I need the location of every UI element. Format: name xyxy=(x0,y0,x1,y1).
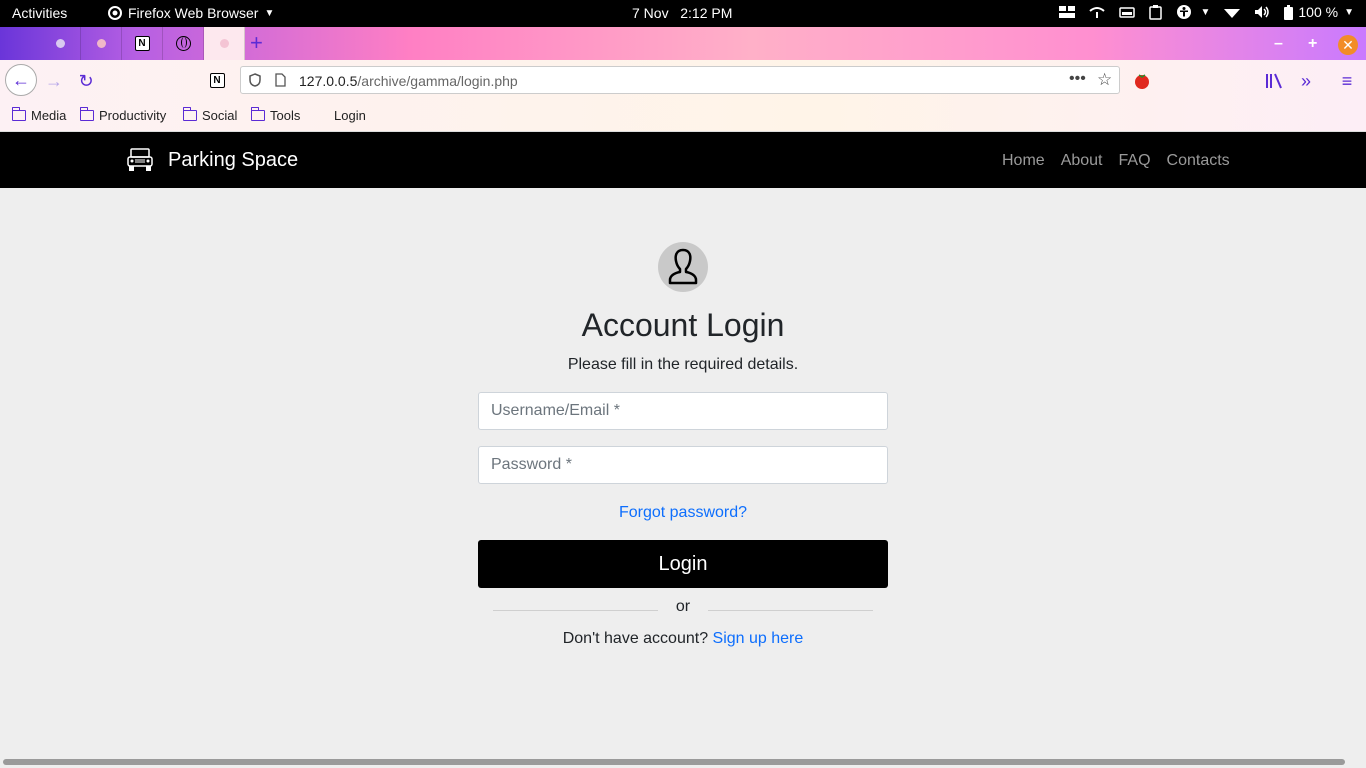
site-navbar: Parking Space Home About FAQ Contacts xyxy=(0,132,1366,188)
tab-login[interactable] xyxy=(204,27,245,60)
battery-percent: 100 % xyxy=(1298,4,1339,20)
divider-line xyxy=(493,610,658,611)
chevron-down-icon: ▼ xyxy=(264,7,275,19)
forgot-password-link[interactable]: Forgot password? xyxy=(619,504,747,522)
folder-icon xyxy=(11,107,26,121)
new-tab-icon[interactable]: + xyxy=(250,30,263,56)
battery-icon xyxy=(1284,4,1294,20)
globe-icon xyxy=(175,36,191,51)
bookmark-label: Productivity xyxy=(99,108,167,123)
bookmarks-toolbar: Media Productivity Social Tools Login xyxy=(0,101,1366,132)
battery-status[interactable]: 100 % ▼ xyxy=(1284,4,1354,20)
bookmark-folder-productivity[interactable]: Productivity xyxy=(79,107,167,123)
notion-icon[interactable]: N xyxy=(203,66,231,94)
overflow-menu-icon[interactable]: » xyxy=(1292,67,1320,95)
clipboard-icon[interactable] xyxy=(1149,4,1163,20)
site-brand[interactable]: Parking Space xyxy=(126,147,298,173)
folder-icon xyxy=(79,107,94,121)
tab-strip: N + – + xyxy=(0,27,1366,60)
login-button[interactable]: Login xyxy=(478,540,888,588)
login-title: Account Login xyxy=(581,307,785,343)
clock-date: 7 Nov xyxy=(632,5,669,21)
bookmark-label: Login xyxy=(334,108,366,123)
tab-favicon-icon xyxy=(96,39,106,48)
url-path: /archive/gamma/login.php xyxy=(357,73,518,89)
network-share-icon[interactable] xyxy=(1089,6,1106,18)
horizontal-scrollbar[interactable] xyxy=(3,759,1345,765)
chevron-down-icon: ▼ xyxy=(1344,6,1354,18)
system-tray[interactable]: ▼ 100 % ▼ xyxy=(1059,4,1354,20)
nav-about[interactable]: About xyxy=(1061,152,1103,170)
bookmark-folder-tools[interactable]: Tools xyxy=(250,107,301,123)
shield-icon[interactable] xyxy=(249,73,261,90)
tab-favicon-icon xyxy=(55,39,65,48)
chevron-down-icon: ▼ xyxy=(1200,6,1211,18)
brand-name: Parking Space xyxy=(168,148,299,171)
divider-line xyxy=(708,610,873,611)
or-label: or xyxy=(675,598,691,615)
system-top-bar: Activities Firefox Web Browser ▼ 7 Nov 2… xyxy=(0,0,1366,27)
clock-time: 2:12 PM xyxy=(680,5,733,21)
minimize-icon[interactable]: – xyxy=(1274,35,1283,53)
reload-icon[interactable]: ↻ xyxy=(72,67,100,95)
no-account-text: Don't have account? xyxy=(562,630,709,647)
window-switcher-icon[interactable] xyxy=(1059,6,1076,18)
url-text: 127.0.0.5/archive/gamma/login.php xyxy=(299,73,518,89)
username-input[interactable] xyxy=(478,392,888,430)
tomato-extension-icon[interactable] xyxy=(1128,67,1156,95)
nav-faq[interactable]: FAQ xyxy=(1119,152,1151,170)
accessibility-icon[interactable]: ▼ xyxy=(1176,4,1210,20)
wifi-icon[interactable] xyxy=(1224,6,1241,18)
tab-notion[interactable]: N xyxy=(122,27,163,60)
close-window-icon[interactable]: ✕ xyxy=(1338,35,1358,55)
bookmark-folder-media[interactable]: Media xyxy=(11,107,67,123)
library-icon[interactable] xyxy=(1260,67,1288,95)
firefox-icon xyxy=(108,6,122,20)
bookmark-label: Tools xyxy=(270,108,301,123)
nav-home[interactable]: Home xyxy=(1002,152,1045,170)
page-actions-icon[interactable]: ••• xyxy=(1069,70,1086,88)
tab-productivity[interactable] xyxy=(81,27,122,60)
page-info-icon[interactable] xyxy=(275,73,286,90)
user-avatar-icon xyxy=(658,242,708,292)
forward-icon[interactable]: → xyxy=(40,67,68,95)
volume-icon[interactable] xyxy=(1254,5,1270,19)
bookmark-label: Social xyxy=(202,108,238,123)
url-bar[interactable]: 127.0.0.5/archive/gamma/login.php ••• ☆ xyxy=(240,66,1120,94)
tab-media[interactable] xyxy=(40,27,81,60)
notion-icon: N xyxy=(134,36,150,51)
or-divider: or xyxy=(478,598,888,622)
back-icon[interactable]: ← xyxy=(5,64,37,96)
maximize-icon[interactable]: + xyxy=(1308,35,1317,53)
url-host: 127.0.0.5 xyxy=(299,73,358,89)
hamburger-menu-icon[interactable]: ≡ xyxy=(1333,67,1361,95)
activities-button[interactable]: Activities xyxy=(12,5,67,21)
nav-contacts[interactable]: Contacts xyxy=(1167,152,1230,170)
tab-web[interactable] xyxy=(163,27,204,60)
star-icon[interactable]: ☆ xyxy=(1097,70,1112,90)
folder-icon xyxy=(182,107,197,121)
bookmark-folder-social[interactable]: Social xyxy=(182,107,238,123)
bookmark-login[interactable]: Login xyxy=(334,108,366,123)
app-menu-label: Firefox Web Browser xyxy=(128,5,259,21)
bookmark-label: Media xyxy=(31,108,67,123)
jeep-icon xyxy=(127,148,153,171)
app-menu[interactable]: Firefox Web Browser ▼ xyxy=(108,5,274,21)
drive-icon[interactable] xyxy=(1119,6,1136,18)
password-input[interactable] xyxy=(478,446,888,484)
login-form: Account Login Please fill in the require… xyxy=(478,240,888,648)
signup-prompt: Don't have account? Sign up here xyxy=(478,630,888,648)
clock[interactable]: 7 Nov 2:12 PM xyxy=(632,5,732,21)
folder-icon xyxy=(250,107,265,121)
tab-favicon-icon xyxy=(219,39,229,48)
signup-link[interactable]: Sign up here xyxy=(713,630,804,647)
site-nav-links: Home About FAQ Contacts xyxy=(1002,152,1230,170)
login-subtitle: Please fill in the required details. xyxy=(567,356,799,373)
